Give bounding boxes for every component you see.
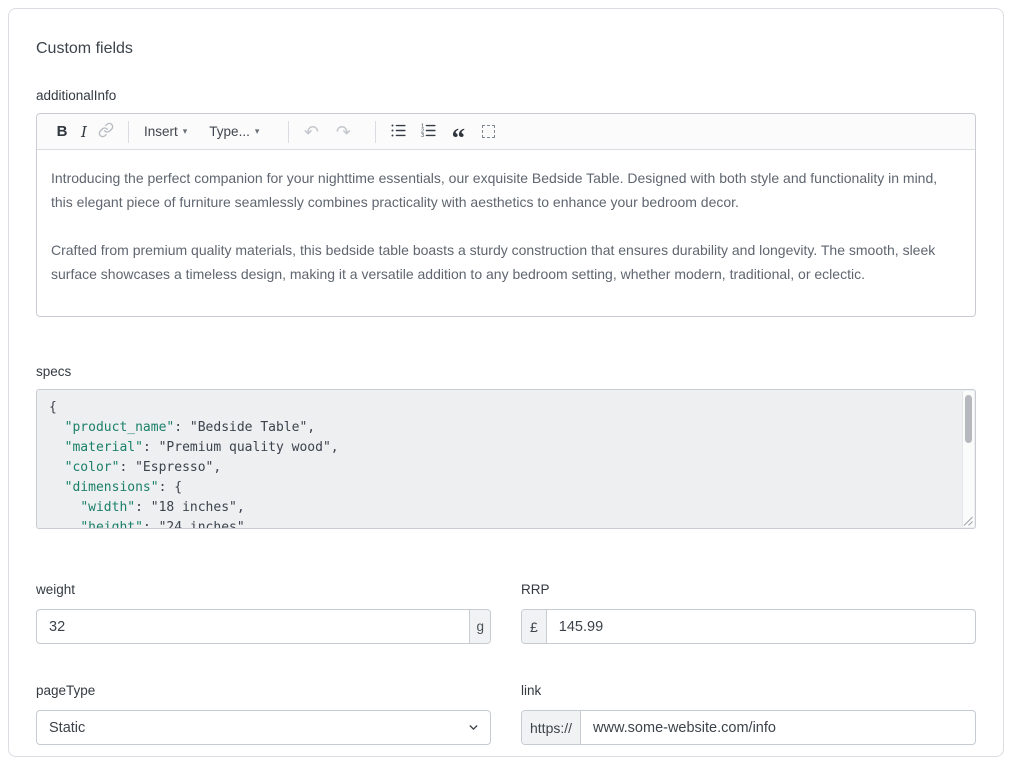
bullet-list-button[interactable] (387, 119, 409, 145)
toolbar-divider (288, 121, 289, 143)
undo-button[interactable]: ↶ (300, 119, 322, 145)
rich-text-editor: B I Insert ▾ Type... ▾ ↶ ↷ (36, 113, 976, 317)
type-dropdown-label: Type... (209, 124, 250, 139)
link-input-group: https:// (521, 710, 976, 745)
row-pagetype-link: pageType Static link https:// (36, 682, 976, 745)
chevron-down-icon: ▾ (183, 126, 188, 137)
pagetype-label: pageType (36, 682, 491, 700)
dashed-box-icon (482, 125, 495, 138)
italic-button[interactable]: I (73, 119, 95, 145)
editor-paragraph: Crafted from premium quality materials, … (51, 238, 961, 286)
insert-dropdown[interactable]: Insert ▾ (140, 124, 191, 139)
blockquote-icon: “ (452, 133, 466, 143)
redo-button[interactable]: ↷ (332, 119, 354, 145)
resize-grip-icon[interactable] (963, 516, 973, 526)
ordered-list-button[interactable]: 1 2 3 (417, 119, 439, 145)
pagetype-select-wrap: Static (36, 710, 491, 745)
specs-code-editor[interactable]: { "product_name": "Bedside Table", "mate… (36, 389, 976, 529)
toolbar-divider (128, 121, 129, 143)
weight-label: weight (36, 581, 491, 599)
rte-toolbar: B I Insert ▾ Type... ▾ ↶ ↷ (37, 114, 975, 150)
weight-field-group: weight g (36, 581, 491, 644)
row-weight-rrp: weight g RRP £ (36, 581, 976, 644)
type-dropdown[interactable]: Type... ▾ (205, 124, 263, 139)
link-protocol-addon: https:// (522, 711, 581, 744)
link-label: link (521, 682, 976, 700)
bullet-list-icon (390, 122, 407, 142)
weight-input[interactable] (37, 610, 469, 643)
rrp-input-group: £ (521, 609, 976, 644)
rrp-input[interactable] (547, 610, 975, 643)
specs-scrollbar[interactable] (962, 391, 974, 527)
container-block-button[interactable] (477, 119, 499, 145)
redo-icon: ↷ (336, 123, 351, 141)
pagetype-field-group: pageType Static (36, 682, 491, 745)
link-icon (98, 122, 114, 141)
rrp-currency-addon: £ (522, 610, 547, 643)
additional-info-label: additionalInfo (36, 87, 976, 105)
rrp-label: RRP (521, 581, 976, 599)
svg-text:3: 3 (421, 133, 424, 139)
custom-fields-card: Custom fields additionalInfo B I Insert … (8, 8, 1004, 757)
weight-input-group: g (36, 609, 491, 644)
rrp-field-group: RRP £ (521, 581, 976, 644)
ordered-list-icon: 1 2 3 (420, 122, 437, 142)
blockquote-button[interactable]: “ (447, 119, 469, 145)
link-field-group: link https:// (521, 682, 976, 745)
specs-scrollbar-thumb[interactable] (965, 395, 972, 443)
editor-paragraph: Introducing the perfect companion for yo… (51, 166, 961, 214)
undo-icon: ↶ (304, 123, 319, 141)
weight-unit-addon: g (469, 610, 490, 643)
chevron-down-icon: ▾ (255, 126, 260, 137)
bold-button[interactable]: B (51, 119, 73, 145)
toolbar-divider (375, 121, 376, 143)
rte-content[interactable]: Introducing the perfect companion for yo… (37, 150, 975, 316)
specs-label: specs (36, 363, 976, 381)
insert-dropdown-label: Insert (144, 124, 178, 139)
card-title: Custom fields (36, 39, 976, 59)
pagetype-select[interactable]: Static (36, 710, 491, 745)
link-button[interactable] (95, 119, 117, 145)
specs-code-content: { "product_name": "Bedside Table", "mate… (37, 390, 975, 529)
link-input[interactable] (581, 711, 975, 744)
